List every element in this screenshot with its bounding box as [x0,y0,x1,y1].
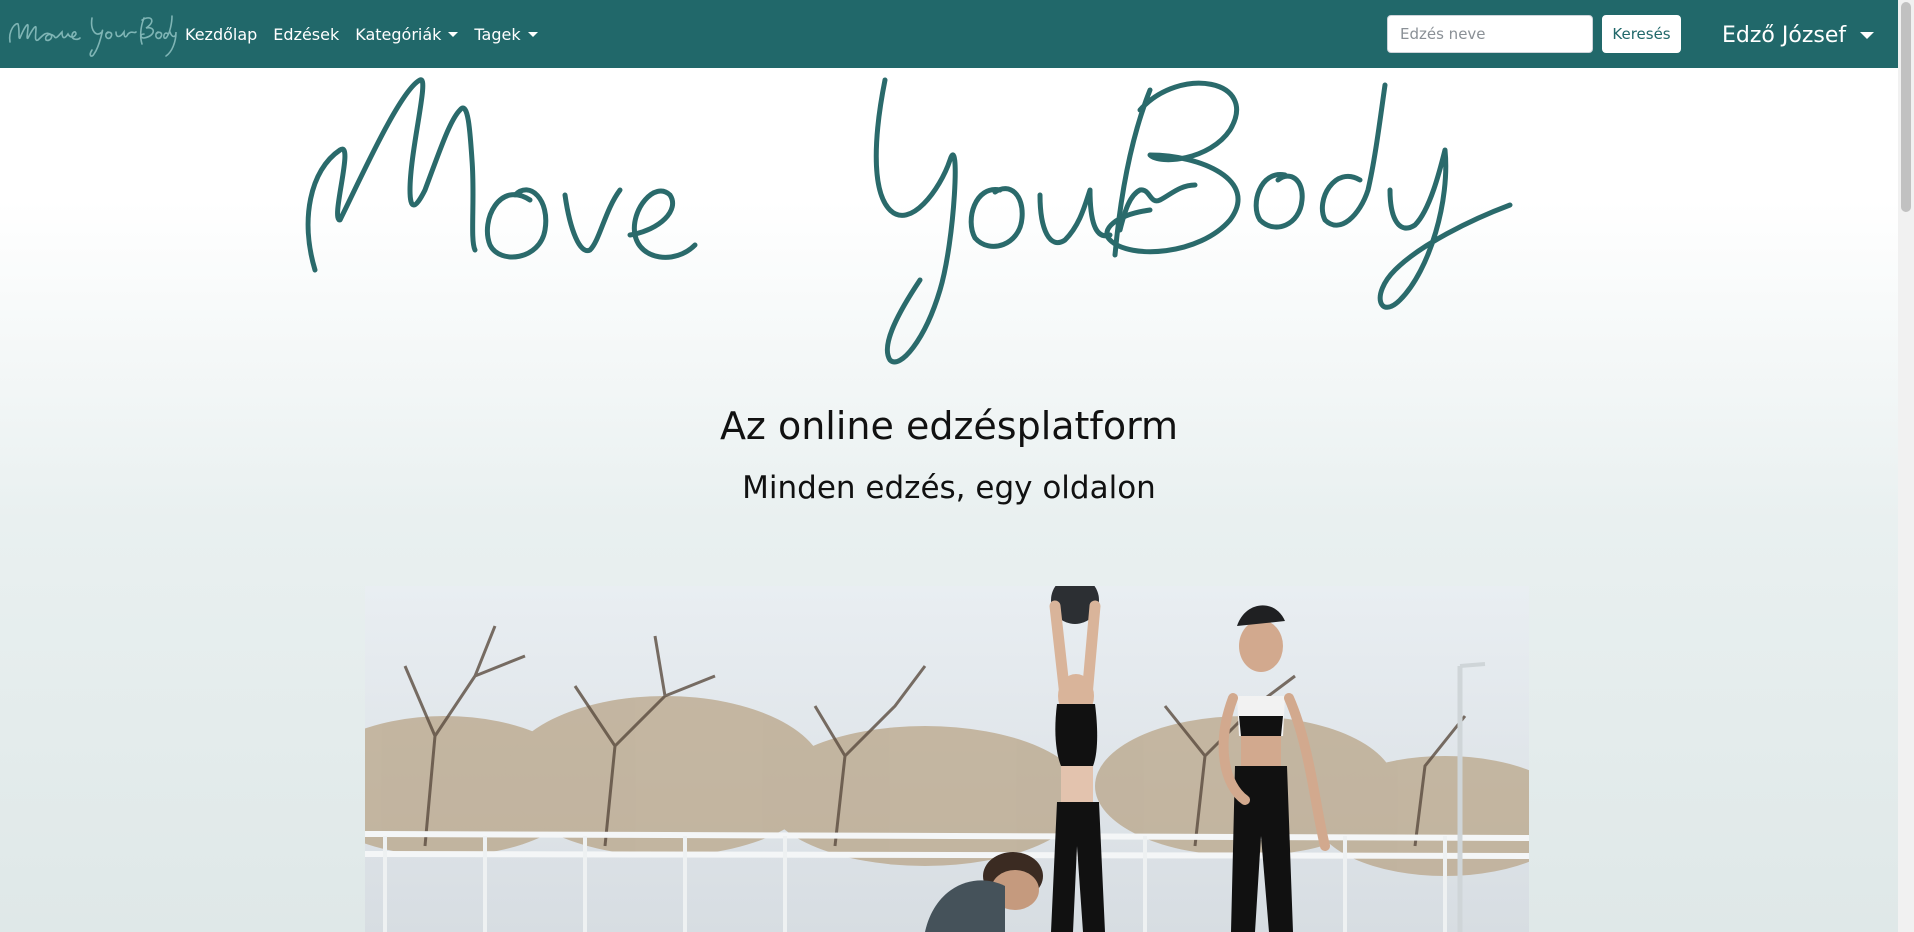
scrollbar-thumb[interactable] [1901,2,1911,212]
caret-down-icon [448,31,459,37]
user-menu-dropdown[interactable]: Edző József [1722,18,1875,52]
nav-dropdown-tags[interactable]: Tagek [474,24,538,44]
hero-photo [365,586,1529,932]
hero-logo [305,77,1513,365]
nav-link-workouts-label: Edzések [273,24,340,44]
user-name: Edző József [1722,22,1847,48]
search-button[interactable]: Keresés [1602,15,1681,53]
hero-subtitle: Minden edzés, egy oldalon [742,470,1156,506]
nav-link-home-label: Kezdőlap [185,24,258,44]
brand-logo[interactable] [6,8,178,60]
hero-title: Az online edzésplatform [719,404,1179,448]
nav-dropdown-categories[interactable]: Kategóriák [355,24,459,44]
nav-dropdown-categories-label: Kategóriák [355,24,442,44]
nav-dropdown-tags-label: Tagek [474,24,521,44]
search-input[interactable] [1387,15,1593,53]
nav-links: Kezdőlap Edzések Kategóriák Tagek [185,0,554,68]
caret-down-icon [1860,31,1875,39]
nav-link-workouts[interactable]: Edzések [273,25,339,44]
caret-down-icon [527,31,538,37]
workout-photo-illustration [365,586,1529,932]
page-scrollbar[interactable] [1898,0,1914,932]
top-navbar: Kezdőlap Edzések Kategóriák Tagek Keresé… [0,0,1898,68]
nav-link-home[interactable]: Kezdőlap [185,25,257,44]
